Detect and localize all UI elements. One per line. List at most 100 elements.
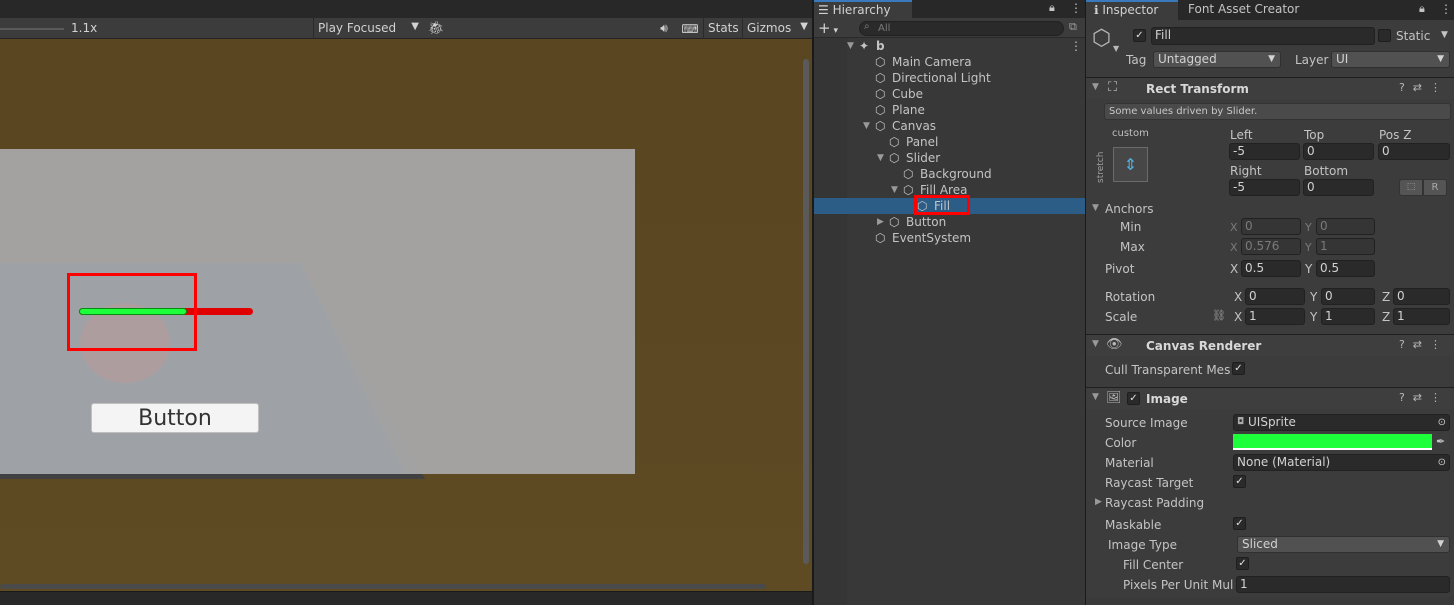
fill-center-checkbox[interactable]: ✓ [1236, 557, 1249, 570]
more-icon[interactable]: ⋮ [1070, 1, 1082, 15]
filter-icon[interactable]: ⧉ [1069, 20, 1077, 34]
scale-z-field[interactable]: 1 [1393, 308, 1450, 325]
collapse-arrow-icon[interactable]: ▼ [847, 38, 854, 54]
hierarchy-item-label: Button [906, 215, 947, 229]
game-button[interactable]: Button [91, 403, 259, 433]
foldout-icon[interactable]: ▶ [1095, 497, 1102, 507]
more-icon[interactable]: ⋮ [1070, 38, 1082, 54]
maskable-checkbox[interactable]: ✓ [1233, 517, 1246, 530]
collapse-arrow-icon[interactable]: ▼ [863, 118, 870, 134]
hierarchy-search-input[interactable]: All [859, 21, 1064, 36]
pivot-y-field[interactable]: 0.5 [1316, 260, 1375, 277]
link-icon[interactable]: ⛓ [1212, 309, 1226, 322]
zoom-slider[interactable] [0, 28, 64, 30]
game-view: 1.1x Play Focused ▼ 🐞︎ 🔊︎ ⌨ Stats Gizmos ▼… [0, 0, 812, 605]
hierarchy-item[interactable]: ⬡ Directional Light [814, 70, 1085, 86]
lock-icon[interactable]: 🔒︎ [1419, 2, 1425, 16]
hierarchy-item[interactable]: ⬡ Plane [814, 102, 1085, 118]
bug-icon[interactable]: 🐞︎ [426, 18, 446, 39]
z-label: Z [1382, 290, 1391, 304]
bottom-field[interactable]: 0 [1303, 179, 1374, 196]
keyboard-icon[interactable]: ⌨ [678, 18, 702, 39]
material-field[interactable]: None (Material) ⊙ [1233, 454, 1450, 471]
lock-icon[interactable]: 🔒︎ [1049, 1, 1055, 15]
hierarchy-item[interactable]: ▼ ✦ b ⋮ [814, 38, 1085, 54]
component-menu-icons[interactable]: ?⇄⋮ [1399, 81, 1449, 94]
scale-x-field[interactable]: 1 [1245, 308, 1305, 325]
gameobject-icon: ⬡ [875, 231, 886, 245]
chevron-down-icon[interactable]: ▼ [1113, 44, 1119, 53]
color-swatch[interactable] [1233, 434, 1432, 450]
more-icon[interactable]: ⋮ [1440, 2, 1452, 16]
eyedropper-icon[interactable]: ✒ [1436, 435, 1445, 448]
gameobject-icon: ⬡ [889, 135, 900, 149]
pivot-x-field[interactable]: 0.5 [1241, 260, 1301, 277]
max-label: Max [1120, 240, 1145, 254]
cull-transparent-checkbox[interactable]: ✓ [1232, 362, 1245, 375]
hierarchy-item[interactable]: ⬡ Panel [814, 134, 1085, 150]
canvas-renderer-header[interactable]: ▼ 👁︎ Canvas Renderer ?⇄⋮ [1086, 334, 1454, 356]
tag-dropdown[interactable]: Untagged ▼ [1153, 51, 1281, 68]
horizontal-scrollbar[interactable] [0, 584, 766, 589]
hierarchy-item[interactable]: ⬡ Background [814, 166, 1085, 182]
hierarchy-item[interactable]: ▶ ⬡ Button [814, 214, 1085, 230]
object-name-field[interactable]: Fill [1151, 27, 1375, 45]
object-picker-icon[interactable]: ⊙ [1438, 455, 1446, 470]
top-field[interactable]: 0 [1303, 143, 1374, 160]
hierarchy-item[interactable]: ⬡ EventSystem [814, 230, 1085, 246]
stats-button[interactable]: Stats [703, 18, 742, 39]
hierarchy-item-label: Plane [892, 103, 925, 117]
add-object-button[interactable]: + ▾ [818, 19, 838, 37]
static-checkbox[interactable] [1378, 29, 1391, 42]
object-picker-icon[interactable]: ⊙ [1438, 415, 1446, 430]
right-label: Right [1230, 164, 1262, 178]
blueprint-mode-button[interactable]: ⬚ [1399, 179, 1423, 196]
rotation-x-field[interactable]: 0 [1245, 288, 1305, 305]
anchor-min-y-field: 0 [1316, 218, 1375, 235]
anchor-presets-button[interactable]: ⇕ [1113, 147, 1148, 182]
tab-hierarchy[interactable]: ☰ Hierarchy [814, 0, 912, 18]
inspector-bottom [1086, 597, 1454, 605]
top-label: Top [1304, 128, 1325, 142]
hierarchy-item[interactable]: ▼ ⬡ Canvas [814, 118, 1085, 134]
source-image-field[interactable]: ◘ UISprite ⊙ [1233, 414, 1450, 431]
driven-note: Some values driven by Slider. [1104, 103, 1451, 120]
gizmos-dropdown[interactable]: Gizmos ▼ [742, 18, 812, 39]
image-type-dropdown[interactable]: Sliced ▼ [1237, 536, 1450, 553]
rect-transform-header[interactable]: ▼ ⛶ Rect Transform ?⇄⋮ [1086, 77, 1454, 99]
scale-y-field[interactable]: 1 [1321, 308, 1375, 325]
foldout-icon[interactable]: ▼ [1092, 203, 1099, 213]
tab-font-asset-creator[interactable]: Font Asset Creator [1182, 2, 1299, 16]
expand-arrow-icon[interactable]: ▶ [877, 214, 884, 230]
game-viewport[interactable]: Button [0, 39, 812, 591]
play-mode-dropdown[interactable]: Play Focused ▼ [313, 18, 423, 39]
component-menu-icons[interactable]: ?⇄⋮ [1399, 338, 1449, 351]
collapse-arrow-icon[interactable]: ▼ [877, 150, 884, 166]
image-header[interactable]: ▼ 🖼︎ ✓ Image ?⇄⋮ [1086, 387, 1454, 409]
hierarchy-item[interactable]: ⬡ Cube [814, 86, 1085, 102]
raycast-padding-label: Raycast Padding [1105, 496, 1205, 510]
raycast-target-checkbox[interactable]: ✓ [1233, 475, 1246, 488]
hierarchy-item[interactable]: ▼ ⬡ Slider [814, 150, 1085, 166]
image-enabled-checkbox[interactable]: ✓ [1127, 392, 1140, 405]
left-field[interactable]: -5 [1229, 143, 1300, 160]
component-menu-icons[interactable]: ?⇄⋮ [1399, 391, 1449, 404]
static-label: Static [1396, 29, 1431, 43]
rotation-z-field[interactable]: 0 [1393, 288, 1450, 305]
tab-inspector[interactable]: ℹ Inspector [1086, 0, 1178, 20]
inspector-panel: ℹ Inspector Font Asset Creator 🔒︎ ⋮ ⬡ ▼ … [1085, 0, 1454, 605]
hierarchy-item[interactable]: ⬡ Main Camera [814, 54, 1085, 70]
tag-value: Untagged [1158, 52, 1217, 66]
right-field[interactable]: -5 [1229, 179, 1300, 196]
ppu-field[interactable]: 1 [1236, 576, 1450, 593]
active-checkbox[interactable]: ✓ [1133, 29, 1146, 42]
collapse-arrow-icon[interactable]: ▼ [891, 182, 898, 198]
chevron-down-icon[interactable]: ▼ [1441, 30, 1448, 40]
rotation-y-field[interactable]: 0 [1321, 288, 1375, 305]
posz-field[interactable]: 0 [1378, 143, 1450, 160]
image-type-value: Sliced [1242, 537, 1278, 551]
vertical-scrollbar[interactable] [803, 59, 809, 564]
layer-dropdown[interactable]: UI ▼ [1331, 51, 1450, 68]
raw-edit-button[interactable]: R [1423, 179, 1447, 196]
speaker-icon[interactable]: 🔊︎ [654, 18, 674, 39]
